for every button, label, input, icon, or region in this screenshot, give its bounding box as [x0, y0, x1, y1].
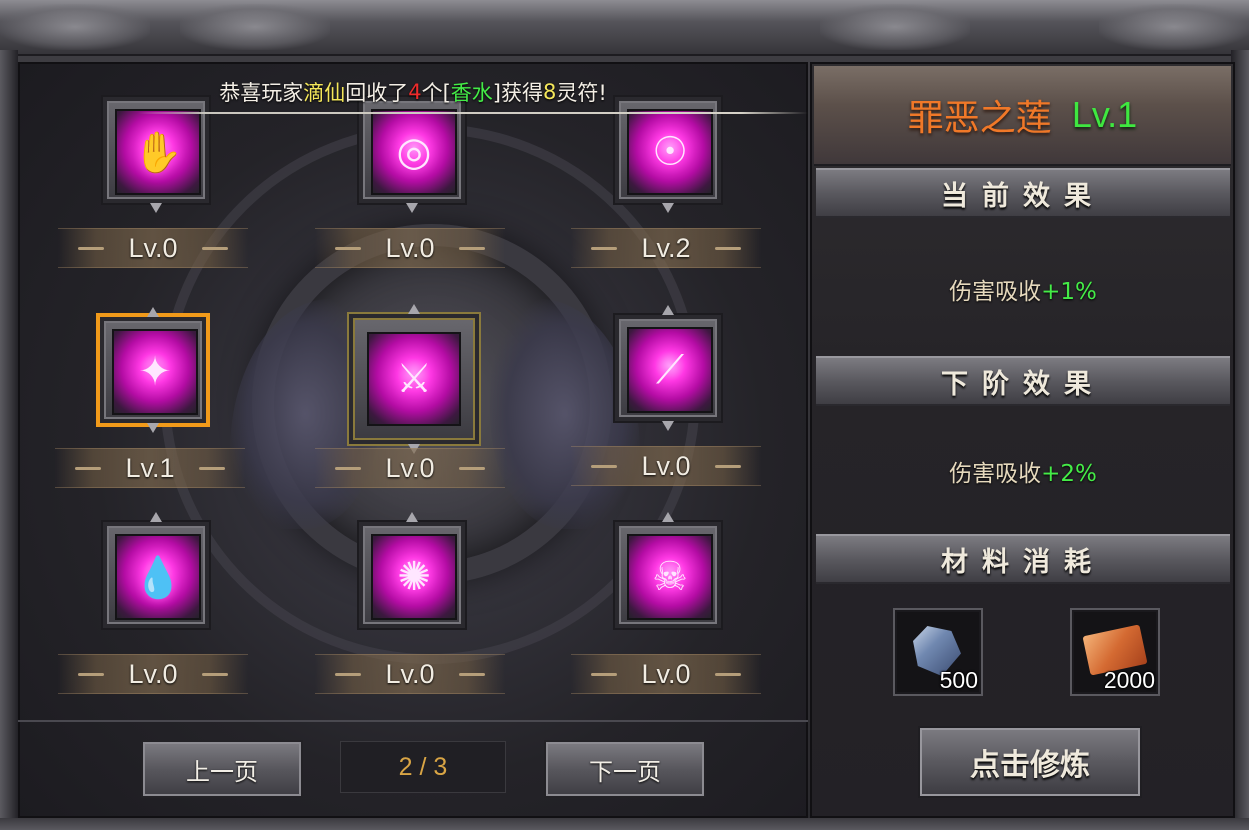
skill-level: Lv.1	[1071, 94, 1138, 135]
current-effect: 伤害吸收+1%	[816, 272, 1230, 306]
skill-slot-4[interactable]: ✦	[96, 307, 210, 425]
system-announcement: 恭喜玩家 滴仙 回收了 4 个[ 香水 ]获得 8 灵符!	[18, 70, 808, 114]
announce-count: 4	[408, 80, 422, 104]
announce-mid1: 回收了	[345, 81, 409, 105]
scroll-ornament-right	[820, 4, 970, 50]
next-effect-label: 伤害吸收	[949, 461, 1042, 487]
current-effect-header: 当前效果	[816, 168, 1230, 218]
current-effect-label: 伤害吸收	[949, 279, 1042, 305]
announce-player: 滴仙	[303, 81, 346, 105]
current-effect-value: +1%	[1041, 279, 1097, 305]
dragon-ornament-left	[0, 4, 150, 50]
materials-header: 材料消耗	[816, 534, 1230, 584]
shadow-warrior-icon: ⚔	[367, 332, 461, 426]
skill-slot-8[interactable]: ✺	[357, 512, 467, 630]
spirit-drop-icon: 💧	[115, 534, 201, 620]
pagination-divider	[18, 720, 808, 722]
flaming-skull-icon: ☠	[627, 534, 713, 620]
frame-top-ornament	[0, 0, 1249, 56]
page-indicator: 2 / 3	[340, 741, 506, 793]
dragon-ornament-right	[1099, 4, 1249, 50]
material-slot-1[interactable]: 500	[893, 608, 983, 696]
next-page-button[interactable]: 下一页	[544, 740, 706, 798]
announce-suffix: 灵符!	[556, 81, 607, 105]
material-qty-1: 500	[939, 667, 978, 693]
frame-bottom-bar	[0, 818, 1249, 830]
scroll-ornament-left	[180, 4, 330, 50]
skill-slot-6[interactable]: ⟋	[613, 305, 723, 423]
lotus-flame-icon: ✦	[112, 329, 198, 415]
skill-level-7: Lv.0	[58, 654, 248, 694]
skill-title-banner: 罪恶之莲 Lv.1	[814, 66, 1231, 166]
frame-left-bar	[0, 50, 18, 820]
skill-level-5: Lv.0	[315, 448, 505, 488]
prev-page-button[interactable]: 上一页	[141, 740, 303, 798]
announce-reward: 8	[542, 80, 557, 104]
skill-level-8: Lv.0	[315, 654, 505, 694]
vortex-blade-icon: ◎	[371, 109, 457, 195]
material-qty-2: 2000	[1103, 667, 1155, 693]
skill-slot-5[interactable]: ⚔	[347, 304, 481, 446]
announce-item: 香水	[450, 81, 493, 105]
skill-level-3: Lv.2	[571, 228, 761, 268]
lightning-orb-icon: ✺	[371, 534, 457, 620]
next-effect-header: 下阶效果	[816, 356, 1230, 406]
skill-level-4: Lv.1	[55, 448, 245, 488]
skill-level-2: Lv.0	[315, 228, 505, 268]
skill-level-9: Lv.0	[571, 654, 761, 694]
skill-level-1: Lv.0	[58, 228, 248, 268]
skill-name: 罪恶之莲	[907, 98, 1052, 139]
skill-slot-9[interactable]: ☠	[613, 512, 723, 630]
next-effect-value: +2%	[1041, 461, 1097, 487]
demon-face-icon: ☉	[627, 109, 713, 195]
skill-slot-7[interactable]: 💧	[101, 512, 211, 630]
crimson-slash-icon: ⟋	[627, 327, 713, 413]
announce-prefix: 恭喜玩家	[219, 81, 304, 105]
palm-rune-icon: ✋	[115, 109, 201, 195]
material-slot-2[interactable]: 2000	[1070, 608, 1160, 696]
train-button[interactable]: 点击修炼	[918, 726, 1142, 798]
next-effect: 伤害吸收+2%	[816, 454, 1230, 488]
skill-level-6: Lv.0	[571, 446, 761, 486]
announce-mid3: ]获得	[492, 81, 543, 105]
announce-mid2: 个[	[421, 81, 451, 105]
announce-underline	[138, 112, 808, 114]
